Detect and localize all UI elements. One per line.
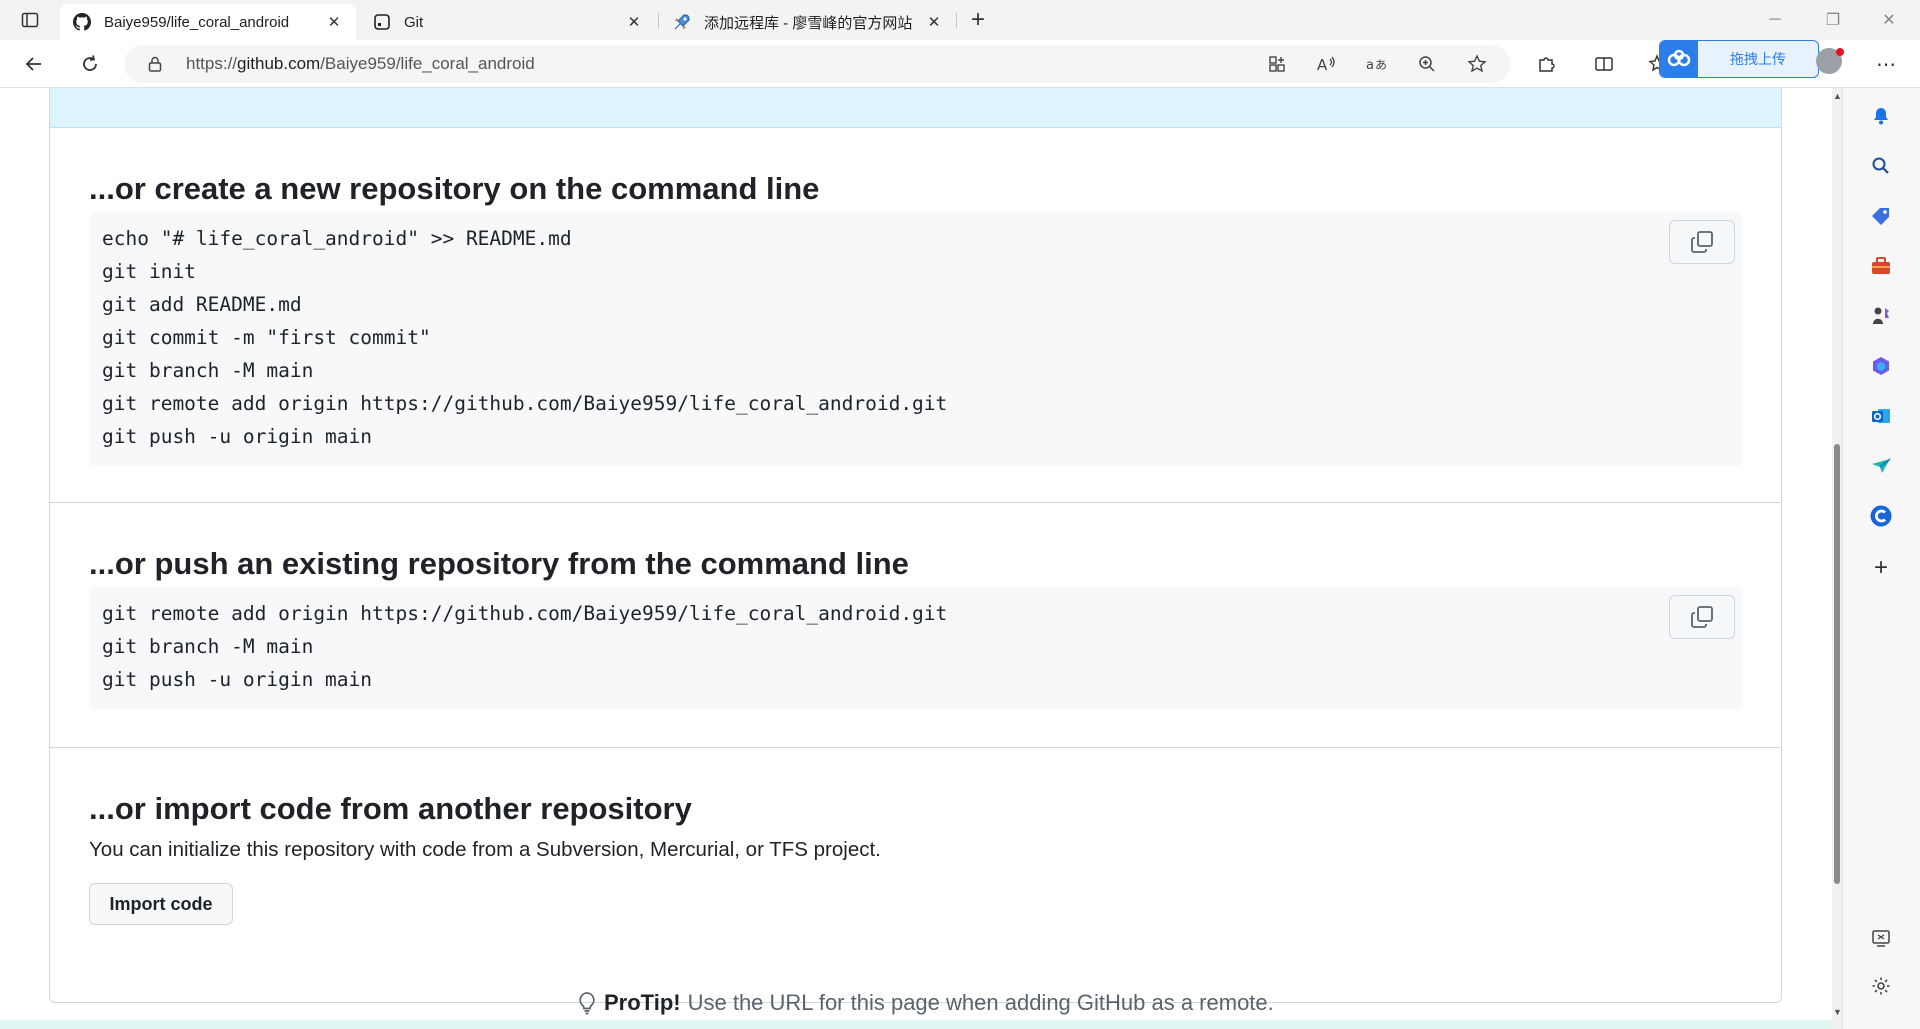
tab-separator [956, 13, 957, 29]
new-tab-button[interactable]: + [962, 6, 994, 34]
code-block: echo "# life_coral_android" >> README.md… [89, 212, 1743, 466]
tab-liaoxuefeng[interactable]: 添加远程库 - 廖雪峰的官方网站 ✕ [660, 4, 956, 40]
reload-button[interactable] [74, 48, 106, 80]
bottom-strip [0, 1020, 1832, 1029]
protip-text: Use the URL for this page when adding Gi… [687, 990, 1274, 1015]
split-screen-button[interactable] [1588, 48, 1620, 80]
url-text[interactable]: https://github.com/Baiye959/life_coral_a… [186, 54, 535, 74]
protip: ProTip! Use the URL for this page when a… [576, 988, 1274, 1018]
code-line: git push -u origin main [102, 425, 373, 448]
light-bulb-icon [576, 990, 598, 1016]
tab-separator [658, 13, 659, 29]
url-prefix: https:// [186, 54, 238, 73]
browser-toolbar: https://github.com/Baiye959/life_coral_a… [0, 40, 1920, 88]
url-host: github.com [237, 54, 321, 73]
tab-github[interactable]: Baiye959/life_coral_android ✕ [60, 4, 356, 40]
reload-icon [83, 55, 97, 71]
code-line: git remote add origin https://github.com… [102, 392, 948, 415]
scroll-up-arrow-icon[interactable]: ▲ [1833, 92, 1842, 101]
minimize-button[interactable]: ─ [1752, 0, 1798, 40]
section-description: You can initialize this repository with … [89, 838, 881, 861]
baidu-cloud-icon [1660, 41, 1698, 77]
extensions-button[interactable] [1530, 48, 1562, 80]
baidu-upload-label: 拖拽上传 [1730, 51, 1786, 67]
scroll-down-arrow-icon[interactable]: ▼ [1833, 1008, 1842, 1017]
code-line: git init [102, 260, 196, 283]
scroll-thumb[interactable] [1834, 444, 1840, 884]
section-title: ...or create a new repository on the com… [89, 171, 820, 206]
tab-close-icon[interactable]: ✕ [924, 12, 944, 32]
screenshot-icon[interactable] [1867, 924, 1895, 952]
settings-menu-button[interactable]: ⋯ [1870, 48, 1902, 80]
lock-icon[interactable] [146, 55, 164, 73]
copy-button[interactable] [1669, 220, 1735, 264]
bell-icon[interactable] [1867, 102, 1895, 130]
terminal-icon [372, 12, 392, 32]
tab-close-icon[interactable]: ✕ [624, 12, 644, 32]
back-button[interactable] [18, 48, 50, 80]
code-line: git branch -M main [102, 635, 314, 658]
toolbox-icon[interactable] [1867, 252, 1895, 280]
section-title: ...or import code from another repositor… [89, 791, 692, 826]
notification-dot [1836, 48, 1844, 56]
tab-git[interactable]: Git ✕ [360, 4, 656, 40]
section-import-code: ...or import code from another repositor… [50, 748, 1781, 1003]
tab-close-icon[interactable]: ✕ [324, 12, 344, 32]
code-line: echo "# life_coral_android" >> README.md [102, 227, 572, 250]
quick-setup-panel: ...or create a new repository on the com… [49, 128, 1782, 1003]
split-screen-icon [1595, 57, 1613, 71]
tab-title: Baiye959/life_coral_android [104, 13, 290, 31]
favorite-star-icon[interactable] [1464, 51, 1490, 77]
code-block: git remote add origin https://github.com… [89, 587, 1743, 709]
copy-icon [1691, 231, 1713, 253]
page-scrollbar[interactable]: ▲ ▼ [1832, 88, 1842, 1029]
zoom-icon[interactable] [1414, 51, 1440, 77]
add-icon[interactable]: + [1867, 554, 1895, 582]
svg-text:A: A [1317, 56, 1328, 73]
tab-actions-icon [21, 12, 39, 28]
microsoft365-icon[interactable] [1867, 352, 1895, 380]
edge-sidebar: + [1842, 88, 1920, 1029]
code-line: git commit -m "first commit" [102, 326, 431, 349]
copilot-c-icon[interactable] [1867, 502, 1895, 530]
tab-title: 添加远程库 - 廖雪峰的官方网站 [704, 14, 913, 32]
code-line: git push -u origin main [102, 668, 373, 691]
section-title: ...or push an existing repository from t… [89, 546, 909, 581]
send-icon[interactable] [1867, 452, 1895, 480]
import-code-button[interactable]: Import code [89, 883, 233, 925]
svg-text:a: a [1366, 58, 1374, 73]
tab-actions-button[interactable] [14, 8, 46, 32]
github-icon [72, 12, 92, 32]
section-push-existing: ...or push an existing repository from t… [50, 503, 1781, 748]
svg-text:あ: あ [1375, 58, 1387, 72]
tab-title: Git [404, 13, 424, 31]
back-arrow-icon [25, 57, 41, 71]
section-new-repo: ...or create a new repository on the com… [50, 128, 1781, 503]
info-banner [49, 88, 1782, 128]
sidebar-settings-gear-icon[interactable] [1867, 972, 1895, 1000]
outlook-icon[interactable] [1867, 402, 1895, 430]
app-available-icon[interactable] [1264, 51, 1290, 77]
protip-label: ProTip! [604, 990, 681, 1015]
code-line: git add README.md [102, 293, 302, 316]
baidu-upload-button[interactable]: 拖拽上传 [1659, 40, 1819, 78]
address-bar[interactable]: https://github.com/Baiye959/life_coral_a… [124, 45, 1510, 83]
rocket-icon [672, 12, 692, 32]
tab-strip: Baiye959/life_coral_android ✕ Git ✕ 添加远程… [0, 0, 1920, 40]
code-line: git branch -M main [102, 359, 314, 382]
page-content: ...or create a new repository on the com… [0, 88, 1832, 1029]
translate-icon[interactable]: aあ [1364, 51, 1390, 77]
copy-icon [1691, 606, 1713, 628]
code-line: git remote add origin https://github.com… [102, 602, 948, 625]
shopping-tag-icon[interactable] [1867, 202, 1895, 230]
games-icon[interactable] [1867, 302, 1895, 330]
url-path: /Baiye959/life_coral_android [320, 54, 535, 73]
search-icon[interactable] [1867, 152, 1895, 180]
copy-button[interactable] [1669, 595, 1735, 639]
read-aloud-icon[interactable]: A [1314, 51, 1340, 77]
puzzle-icon [1539, 57, 1555, 72]
close-window-button[interactable]: ✕ [1866, 0, 1912, 40]
restore-button[interactable]: ❐ [1810, 0, 1856, 40]
